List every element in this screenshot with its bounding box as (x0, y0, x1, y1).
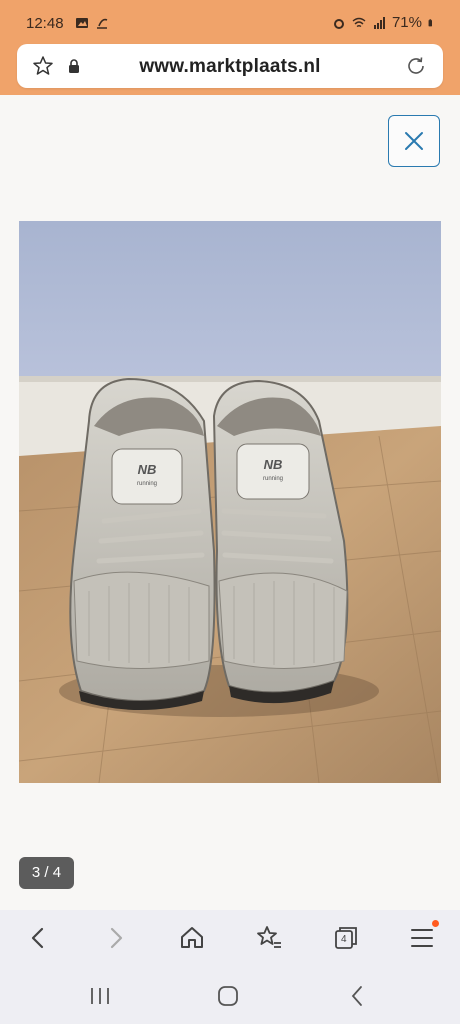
battery-icon (428, 18, 432, 26)
forward-icon[interactable] (102, 924, 130, 952)
product-photo[interactable]: NB running NB running (19, 221, 441, 783)
system-back-icon[interactable] (346, 984, 370, 1008)
svg-text:NB: NB (264, 457, 283, 472)
home-icon[interactable] (178, 924, 206, 952)
svg-text:NB: NB (138, 462, 157, 477)
status-time: 12:48 (26, 15, 64, 32)
svg-text:running: running (137, 481, 157, 487)
alarm-icon (333, 18, 344, 29)
system-nav-bar (0, 966, 460, 1024)
image-counter: 3 / 4 (19, 857, 74, 889)
tab-count: 4 (341, 934, 347, 945)
browser-header: 12:48 71% www.marktplaats.nl (0, 0, 460, 95)
svg-text:running: running (263, 476, 283, 482)
address-bar[interactable]: www.marktplaats.nl (17, 44, 443, 88)
close-icon (405, 132, 423, 150)
tabs-button[interactable]: 4 (332, 924, 360, 952)
home-button-icon[interactable] (216, 984, 240, 1008)
back-icon[interactable] (24, 924, 52, 952)
url-text[interactable]: www.marktplaats.nl (17, 56, 443, 78)
wifi-icon (352, 17, 366, 27)
signal-icon (373, 16, 385, 29)
battery-text: 71% (391, 14, 422, 31)
browser-toolbar: 4 (0, 910, 460, 966)
close-button[interactable] (388, 115, 440, 167)
menu-notification-dot (432, 920, 439, 927)
bookmarks-icon[interactable] (255, 924, 283, 952)
reload-icon[interactable] (405, 55, 427, 77)
gallery-icon (76, 18, 88, 28)
recent-apps-icon[interactable] (88, 984, 112, 1008)
sleep-icon (97, 18, 108, 29)
status-bar: 12:48 71% (0, 0, 460, 46)
menu-icon[interactable] (408, 924, 436, 952)
